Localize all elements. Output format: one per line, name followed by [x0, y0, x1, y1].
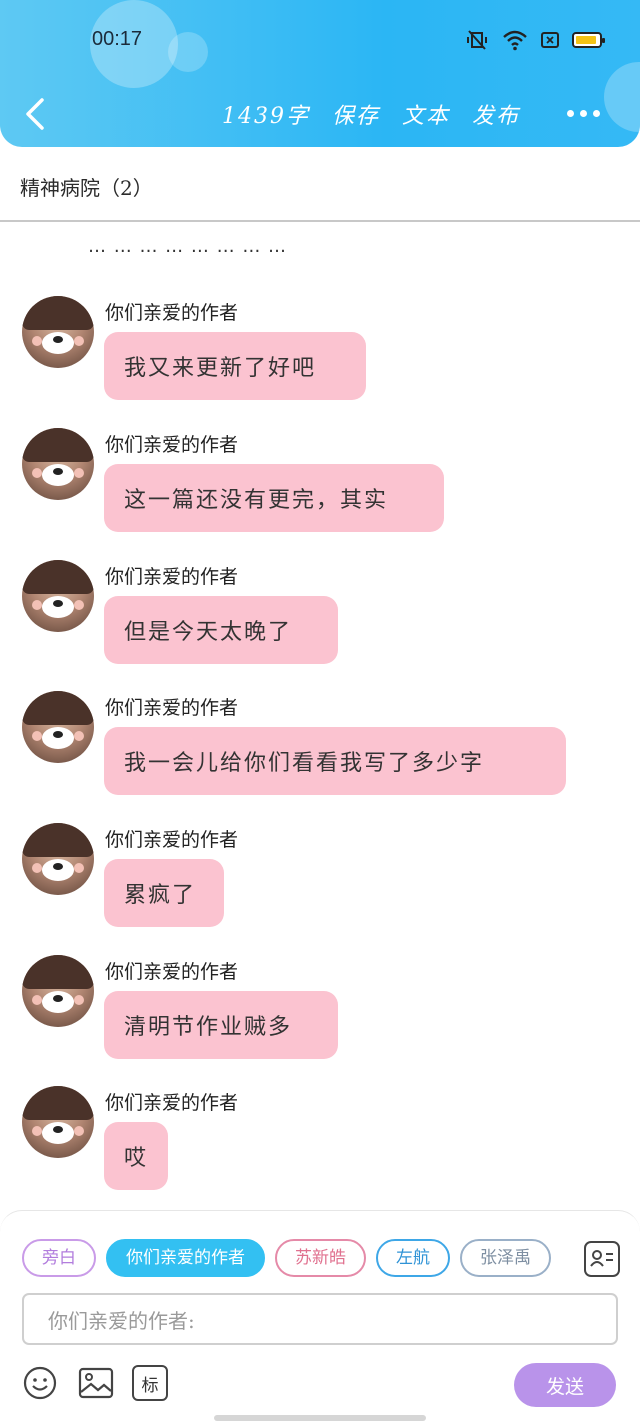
role-chip-character[interactable]: 张泽禹	[460, 1239, 551, 1277]
message-item[interactable]: 你们亲爱的作者 哎	[0, 1086, 640, 1206]
save-button[interactable]: 保存	[332, 98, 380, 130]
mark-button[interactable]: 标	[132, 1365, 168, 1401]
sim-icon	[541, 32, 559, 48]
message-item[interactable]: 你们亲爱的作者 我一会儿给你们看看我写了多少字	[0, 691, 640, 811]
wifi-icon	[503, 30, 527, 51]
message-bubble[interactable]: 但是今天太晚了	[104, 596, 338, 664]
message-bubble[interactable]: 清明节作业贼多	[104, 991, 338, 1059]
story-title[interactable]: 精神病院（2）	[20, 172, 153, 201]
ellipsis-line: … … … … … … … …	[88, 236, 288, 257]
sender-name: 你们亲爱的作者	[105, 434, 239, 456]
more-options-icon[interactable]	[567, 110, 600, 117]
message-item[interactable]: 你们亲爱的作者 但是今天太晚了	[0, 560, 640, 680]
role-selector: 旁白 你们亲爱的作者 苏新皓 左航 张泽禹	[22, 1239, 568, 1279]
sender-name: 你们亲爱的作者	[105, 697, 239, 719]
avatar[interactable]	[22, 428, 94, 500]
send-button[interactable]: 发送	[514, 1363, 616, 1407]
message-item[interactable]: 你们亲爱的作者 清明节作业贼多	[0, 955, 640, 1075]
sender-name: 你们亲爱的作者	[105, 566, 239, 588]
compose-panel: 旁白 你们亲爱的作者 苏新皓 左航 张泽禹 你们亲爱的作者: 标 发送	[0, 1210, 640, 1422]
sender-name: 你们亲爱的作者	[105, 302, 239, 324]
role-chip-narrator[interactable]: 旁白	[22, 1239, 96, 1277]
contact-card-icon[interactable]	[584, 1241, 620, 1277]
person-card-icon	[590, 1250, 613, 1267]
avatar[interactable]	[22, 823, 94, 895]
sender-name: 你们亲爱的作者	[105, 1092, 239, 1114]
battery-icon	[572, 32, 605, 48]
role-chip-character[interactable]: 左航	[376, 1239, 450, 1277]
back-arrow-icon[interactable]	[20, 94, 50, 134]
text-button[interactable]: 文本	[402, 98, 450, 130]
header-actions: 1439字 保存 文本 发布	[222, 98, 520, 130]
header-decoration	[604, 62, 640, 132]
emoji-icon[interactable]	[22, 1365, 58, 1401]
image-icon[interactable]	[78, 1365, 114, 1401]
mute-vibrate-icon	[467, 30, 487, 50]
message-bubble[interactable]: 哎	[104, 1122, 168, 1190]
sender-name: 你们亲爱的作者	[105, 961, 239, 983]
avatar[interactable]	[22, 1086, 94, 1158]
message-input[interactable]: 你们亲爱的作者:	[22, 1293, 618, 1345]
publish-button[interactable]: 发布	[472, 98, 520, 130]
avatar[interactable]	[22, 560, 94, 632]
story-title-bar: 精神病院（2）	[0, 148, 640, 222]
avatar[interactable]	[22, 955, 94, 1027]
home-indicator	[214, 1415, 426, 1421]
app-header: 00:17 1439字 保存 文本 发布	[0, 0, 640, 147]
avatar[interactable]	[22, 296, 94, 368]
avatar[interactable]	[22, 691, 94, 763]
message-item[interactable]: 你们亲爱的作者 累疯了	[0, 823, 640, 943]
header-decoration	[168, 32, 208, 72]
message-bubble[interactable]: 累疯了	[104, 859, 224, 927]
role-chip-author[interactable]: 你们亲爱的作者	[106, 1239, 265, 1277]
word-count: 1439字	[221, 104, 310, 129]
role-chip-character[interactable]: 苏新皓	[275, 1239, 366, 1277]
status-time: 00:17	[92, 28, 143, 50]
sender-name: 你们亲爱的作者	[105, 829, 239, 851]
message-item[interactable]: 你们亲爱的作者 我又来更新了好吧	[0, 296, 640, 416]
message-bubble[interactable]: 我又来更新了好吧	[104, 332, 366, 400]
status-icons	[464, 28, 605, 52]
message-bubble[interactable]: 我一会儿给你们看看我写了多少字	[104, 727, 566, 795]
message-bubble[interactable]: 这一篇还没有更完，其实	[104, 464, 444, 532]
message-item[interactable]: 你们亲爱的作者 这一篇还没有更完，其实	[0, 428, 640, 548]
